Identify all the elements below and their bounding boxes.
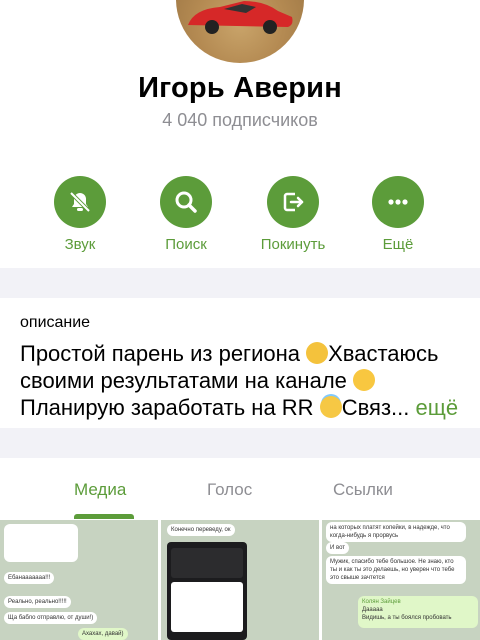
search-icon [160,176,212,228]
reply-author: Колян Зайцев [362,599,401,605]
car-image [188,1,293,34]
tab-media[interactable]: Медиа [74,480,126,500]
action-bar: Звук Поиск Покинуть Ещё [0,176,480,256]
description-line-2: своими результатами на канале [20,368,347,393]
chat-bubble: Ахахах, давай) [78,628,128,640]
leave-label: Покинуть [260,236,326,253]
description-caption: описание [20,314,91,331]
more-button[interactable]: Ещё [348,176,448,256]
chat-bubble: Ебанааааааа!!! [4,572,55,584]
menu-screenshot [4,524,78,562]
search-label: Поиск [165,236,207,253]
wink-emoji-icon [353,369,376,391]
chat-bubble: Реально, реально!!!!! [4,596,71,608]
reply-quote: Дааааа [362,607,383,613]
tab-links[interactable]: Ссылки [333,480,393,500]
media-thumbnail[interactable]: Конечно переведу, ок [161,520,319,640]
halo-emoji-icon [319,396,342,418]
description-line-3: Планирую заработать на RR [20,395,314,420]
leave-icon [267,176,319,228]
media-tabs: Медиа Голос Ссылки [0,458,480,520]
mute-button[interactable]: Звук [30,176,130,256]
bell-slash-icon [54,176,106,228]
subscriber-count: 4 040 подписчиков [162,110,318,130]
leave-button[interactable]: Покинуть [243,176,343,256]
more-icon [372,176,424,228]
description-line-1: Простой парень из региона [20,341,300,366]
show-more-link[interactable]: ещё [416,395,459,420]
description-line-1b: Хвастаюсь [328,341,439,366]
tab-voice[interactable]: Голос [207,480,252,500]
description-section: описание Простой парень из региона Хваст… [0,298,480,428]
media-grid: Ебанааааааа!!! Реально, реально!!!!! Ща … [0,520,480,640]
search-button[interactable]: Поиск [136,176,236,256]
reply-bubble: Колян Зайцев Дааааа Видишь, а ты боялся … [358,596,478,628]
chat-bubble: Мужик, спасибо тебе большое. Не знаю, кт… [326,556,466,584]
mute-label: Звук [64,236,96,253]
shrug-emoji-icon [306,342,329,364]
chat-bubble: Конечно переведу, ок [167,524,235,536]
active-tab-indicator [74,514,134,519]
description-text[interactable]: Простой парень из региона Хвастаюсь свои… [20,340,460,421]
more-label: Ещё [382,236,414,253]
chat-bubble: И вот [326,542,350,554]
description-line-3b: Связ... [341,395,410,420]
reply-text: Видишь, а ты боялся пробовать [362,615,452,621]
chat-bubble: Ща бабло отправлю, от души!) [4,612,98,624]
app-screenshot [167,542,247,640]
media-thumbnail[interactable]: Ебанааааааа!!! Реально, реально!!!!! Ща … [0,520,158,640]
chat-bubble: на которых платят копейки, в надежде, чт… [326,522,466,542]
profile-header: Игорь Аверин 4 040 подписчиков Звук Поис… [0,0,480,268]
media-thumbnail[interactable]: на которых платят копейки, в надежде, чт… [322,520,480,640]
channel-name: Игорь Аверин [138,72,342,104]
avatar[interactable] [176,0,304,63]
